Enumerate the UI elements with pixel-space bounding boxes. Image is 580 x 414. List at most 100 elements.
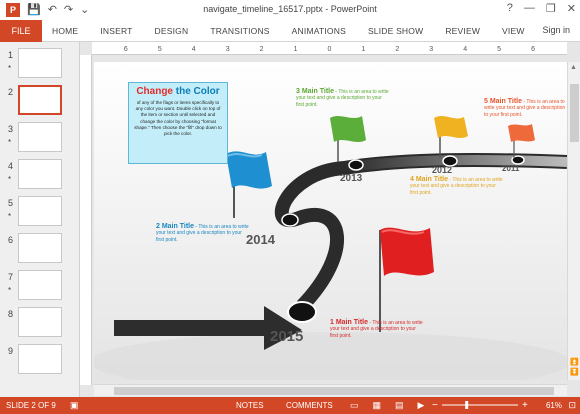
window-controls: ? — ❐ ✕ (507, 2, 576, 15)
tab-insert[interactable]: INSERT (100, 26, 132, 36)
slide-thumbnail-image[interactable] (18, 307, 62, 337)
ruler-label: 2 (395, 46, 399, 53)
zoom-in-button[interactable]: + (522, 400, 528, 410)
notes-button[interactable]: NOTES (236, 401, 264, 410)
slide-thumbnail-image[interactable] (18, 85, 62, 115)
next-slide-icon[interactable]: ⏬ (570, 368, 579, 376)
zoom-out-button[interactable]: − (432, 400, 438, 410)
view-buttons: ▭ ▦ ▤ ▶ (350, 400, 424, 411)
zoom-slider-knob[interactable] (465, 401, 469, 409)
slide-thumbnail-image[interactable] (18, 159, 62, 189)
slide-thumbnail-image[interactable] (18, 344, 62, 374)
zoom-level[interactable]: 61% (546, 401, 562, 410)
slide-thumbnail[interactable]: 1 * (0, 48, 80, 86)
reading-view-icon[interactable]: ▤ (395, 400, 404, 411)
slide-thumbnail-image[interactable] (18, 48, 62, 78)
slide-number: 1 (8, 50, 14, 60)
main-title-4[interactable]: 4 Main Title - This is an area to write … (410, 176, 505, 196)
powerpoint-window: P 💾 ↶ ↷ ⌄ navigate_timeline_16517.pptx -… (0, 0, 580, 414)
year-2012: 2012 (432, 165, 453, 175)
slide-thumbnail-image[interactable] (18, 122, 62, 152)
tab-view[interactable]: VIEW (502, 26, 525, 36)
slide-thumbnail[interactable]: 7 * (0, 270, 80, 308)
slide-number: 9 (8, 346, 14, 356)
ruler-ticks: 6 5 4 3 2 1 0 1 2 3 4 5 6 (124, 46, 535, 53)
ruler-label: 5 (497, 46, 501, 53)
spellcheck-icon[interactable]: ▣ (70, 400, 79, 411)
callout-title-red: Change (136, 86, 173, 97)
slide-thumbnail-image[interactable] (18, 233, 62, 263)
title-bar: P 💾 ↶ ↷ ⌄ navigate_timeline_16517.pptx -… (0, 0, 580, 20)
slide-number: 6 (8, 235, 14, 245)
animation-star-icon: * (8, 286, 12, 295)
slide-number: 5 (8, 198, 14, 208)
main-title-5-heading: 5 Main Title (484, 98, 522, 105)
tab-file[interactable]: FILE (0, 20, 42, 42)
normal-view-icon[interactable]: ▭ (350, 400, 359, 411)
slide-number: 4 (8, 161, 14, 171)
main-title-2[interactable]: 2 Main Title - This is an area to write … (156, 223, 251, 243)
horizontal-ruler: 6 5 4 3 2 1 0 1 2 3 4 5 6 (92, 42, 567, 55)
help-button[interactable]: ? (507, 2, 513, 15)
slideshow-icon[interactable]: ▶ (418, 400, 425, 411)
main-title-1[interactable]: 1 Main Title - This is an area to write … (330, 319, 425, 339)
zoom-slider[interactable]: − + (430, 400, 530, 410)
slide-number: 3 (8, 124, 14, 134)
ribbon-tab-row: HOME INSERT DESIGN TRANSITIONS ANIMATIONS SLI… (52, 20, 547, 42)
vertical-scroll-thumb[interactable] (570, 84, 579, 142)
restore-button[interactable]: ❐ (546, 2, 556, 15)
comments-button[interactable]: COMMENTS (286, 401, 333, 410)
animation-star-icon: * (8, 64, 12, 73)
slide-number: 8 (8, 309, 14, 319)
ruler-label: 3 (226, 46, 230, 53)
vertical-scrollbar[interactable]: ▲ ⏫ ⏬ (567, 62, 580, 380)
tab-transitions[interactable]: TRANSITIONS (210, 26, 269, 36)
slide-thumbnail[interactable]: 3 * (0, 122, 80, 160)
ruler-label: 1 (294, 46, 298, 53)
main-title-1-heading: 1 Main Title (330, 319, 368, 326)
tab-home[interactable]: HOME (52, 26, 78, 36)
main-title-3-heading: 3 Main Title (296, 88, 334, 95)
window-title: navigate_timeline_16517.pptx - PowerPoin… (203, 4, 377, 14)
prev-slide-icon[interactable]: ⏫ (570, 358, 579, 366)
tab-review[interactable]: REVIEW (445, 26, 480, 36)
main-title-5[interactable]: 5 Main Title - This is an area to write … (484, 98, 566, 118)
slide-thumbnail-image[interactable] (18, 196, 62, 226)
slide-canvas[interactable]: Change the Color of any of the flags or … (94, 62, 567, 380)
minimize-button[interactable]: — (524, 2, 535, 15)
slide-counter: SLIDE 2 OF 9 (6, 401, 56, 410)
callout-title-blue: the Color (175, 86, 220, 97)
horizontal-scrollbar[interactable] (94, 384, 567, 396)
ruler-label: 6 (531, 46, 535, 53)
main-title-3[interactable]: 3 Main Title - This is an area to write … (296, 88, 391, 108)
tab-animations[interactable]: ANIMATIONS (292, 26, 346, 36)
slide-thumbnail[interactable]: 2 (0, 85, 80, 123)
slide-thumbnail[interactable]: 8 (0, 307, 80, 345)
animation-star-icon: * (8, 138, 12, 147)
ribbon-tabs: FILE HOME INSERT DESIGN TRANSITIONS ANIMATIO… (0, 20, 580, 42)
main-title-2-heading: 2 Main Title (156, 223, 194, 230)
callout-title: Change the Color (129, 86, 227, 97)
sign-in-link[interactable]: Sign in (542, 25, 570, 35)
slide-thumbnail[interactable]: 4 * (0, 159, 80, 197)
scroll-up-icon[interactable]: ▲ (570, 64, 577, 71)
change-color-callout[interactable]: Change the Color of any of the flags or … (128, 82, 228, 164)
close-button[interactable]: ✕ (567, 2, 576, 15)
callout-body: of any of the flags or items specificall… (134, 100, 222, 137)
tab-design[interactable]: DESIGN (155, 26, 189, 36)
vertical-ruler (80, 55, 92, 385)
fit-to-window-icon[interactable]: ⊡ (568, 400, 576, 411)
ruler-label: 6 (124, 46, 128, 53)
slide-thumbnail[interactable]: 5 * (0, 196, 80, 234)
slide-thumbnail-image[interactable] (18, 270, 62, 300)
year-2011: 2011 (502, 164, 520, 173)
animation-star-icon: * (8, 175, 12, 184)
tab-slide-show[interactable]: SLIDE SHOW (368, 26, 423, 36)
slide-thumbnail[interactable]: 9 (0, 344, 80, 382)
slide-thumbnail[interactable]: 6 (0, 233, 80, 271)
year-2015: 2015 (270, 328, 304, 345)
ruler-label: 0 (328, 46, 332, 53)
slide-thumbnail-pane[interactable]: 1 * 2 3 * 4 * 5 * 6 7 * 8 9 (0, 42, 80, 397)
slide-sorter-icon[interactable]: ▦ (373, 400, 382, 411)
horizontal-scroll-thumb[interactable] (114, 387, 554, 395)
